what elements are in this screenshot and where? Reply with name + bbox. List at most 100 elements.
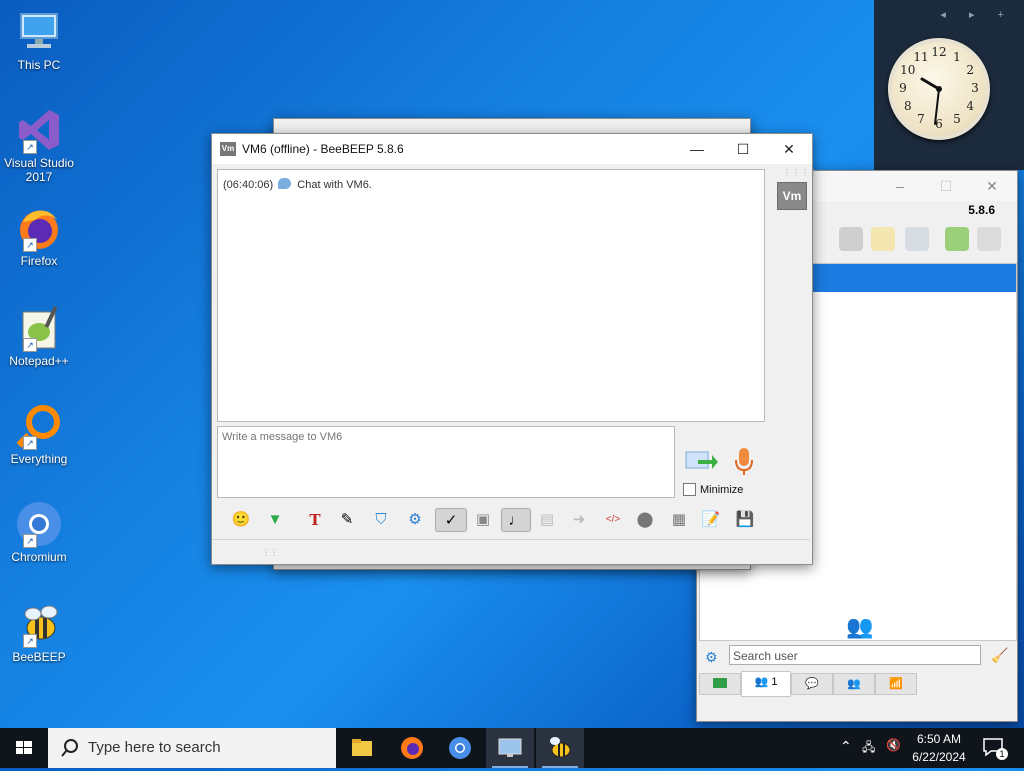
desktop-icon-firefox[interactable]: ↗ Firefox: [4, 204, 74, 268]
close-button[interactable]: ✕: [766, 134, 812, 164]
desktop-icon-label: Notepad++: [9, 354, 69, 368]
tab-groups[interactable]: 💬: [791, 673, 833, 695]
clock-numeral: 9: [899, 81, 907, 95]
download-icon[interactable]: [945, 227, 969, 251]
save-document-icon[interactable]: ▤: [535, 508, 559, 532]
status-grip[interactable]: ⋮⋮: [262, 548, 278, 557]
taskbar-firefox[interactable]: [388, 728, 436, 768]
taskbar: Type here to search ⌃ 🖧 🔇 6:50 AM 6/22/2…: [0, 728, 1024, 768]
edit-icon[interactable]: [871, 227, 895, 251]
tab-members[interactable]: 👥: [833, 673, 875, 695]
users-count: 1: [771, 676, 778, 688]
desktop-icon-this-pc[interactable]: This PC: [4, 8, 74, 72]
microphone-icon[interactable]: [732, 446, 756, 478]
sound-icon[interactable]: ♩: [501, 508, 531, 532]
chat-window[interactable]: Vm VM6 (offline) - BeeBEEP 5.8.6 — ☐ ✕ (…: [211, 133, 818, 565]
desktop-icon-label: Firefox: [20, 254, 58, 268]
screenshot-icon[interactable]: ▦: [667, 508, 691, 532]
clock-time[interactable]: 6:50 AM: [908, 731, 970, 747]
shortcut-arrow-icon: ↗: [23, 140, 37, 154]
clock-date[interactable]: 6/22/2024: [906, 749, 972, 765]
tools-icon[interactable]: [905, 227, 929, 251]
filter-icon[interactable]: ⛉: [369, 508, 393, 532]
roster-maximize-button[interactable]: ☐: [923, 171, 969, 201]
windows-logo-icon: [16, 741, 32, 754]
desktop-icon-notepadpp[interactable]: ↗ Notepad++: [4, 304, 74, 368]
shortcut-arrow-icon: ↗: [23, 238, 37, 252]
message-icon[interactable]: [839, 227, 863, 251]
panel-grip[interactable]: ⋮⋮⋮⋮: [783, 168, 819, 177]
taskbar-chromium[interactable]: [436, 728, 484, 768]
shares-tab-icon: 📶: [889, 678, 903, 690]
spell-check-icon[interactable]: ✓: [435, 508, 467, 532]
clear-search-icon[interactable]: 🧹: [991, 647, 1008, 664]
taskbar-file-explorer[interactable]: [338, 728, 386, 768]
search-user-input[interactable]: Search user: [729, 645, 981, 665]
emoticon-icon[interactable]: 🙂: [229, 508, 253, 532]
clock-numeral: 2: [966, 63, 974, 77]
desktop-icon-label: This PC: [17, 58, 61, 72]
bee-icon: ↗: [15, 600, 63, 648]
gadget-nav-controls[interactable]: ◂ ▸ +: [940, 8, 1014, 21]
roster-minimize-button[interactable]: –: [877, 171, 923, 201]
settings-icon[interactable]: ⚙: [403, 508, 427, 532]
send-message-icon[interactable]: [684, 446, 718, 476]
clock-numeral: 6: [935, 117, 943, 131]
start-button[interactable]: [0, 728, 48, 768]
volume-muted-icon[interactable]: 🔇: [886, 738, 901, 752]
desktop-icon-visual-studio[interactable]: ↗ Visual Studio 2017: [4, 106, 74, 184]
message-time: (06:40:06): [223, 179, 274, 191]
save-icon[interactable]: 💾: [733, 508, 757, 532]
compact-view-icon[interactable]: ▣: [471, 508, 495, 532]
this-pc-icon: [15, 8, 63, 56]
font-color-icon[interactable]: ✎: [335, 508, 359, 532]
groups-tab-icon: 💬: [805, 678, 819, 690]
clock-numeral: 8: [903, 99, 912, 113]
desktop-icon-everything[interactable]: ↗ Everything: [4, 402, 74, 466]
users-tab-icon: 👥: [754, 676, 769, 688]
record-icon[interactable]: ⬤: [633, 508, 657, 532]
desktop-icon-label: Everything: [10, 452, 68, 466]
chat-tab-icon: [713, 678, 727, 688]
tab-chats[interactable]: [699, 673, 741, 695]
beebeep-app-icon: Vm: [220, 142, 236, 156]
trash-icon[interactable]: [977, 227, 1001, 251]
notes-icon[interactable]: 📝: [699, 508, 723, 532]
message-input[interactable]: [217, 426, 675, 498]
monitor-icon: [498, 738, 522, 757]
chat-toolbar: 🙂 ▼ T ✎ ⛉ ⚙ ✓ ▣ ♩ ▤ ➜ </> ⬤ ▦ 📝 💾: [217, 506, 802, 536]
version-label: 5.8.6: [968, 203, 995, 217]
settings-gear-icon[interactable]: ⚙: [705, 649, 718, 666]
chat-titlebar[interactable]: Vm VM6 (offline) - BeeBEEP 5.8.6 — ☐ ✕: [212, 134, 812, 164]
minimize-checkbox[interactable]: [683, 483, 696, 496]
chat-message: (06:40:06) Chat with VM6.: [223, 178, 372, 191]
tab-users[interactable]: 👥 1: [741, 671, 791, 697]
collapse-icon[interactable]: ▼: [263, 508, 287, 532]
clock-numeral: 7: [917, 112, 925, 127]
roster-close-button[interactable]: ✕: [969, 171, 1015, 201]
tray-chevron-up-icon[interactable]: ⌃: [840, 738, 852, 755]
desktop-icon-label: Chromium: [11, 550, 67, 564]
clock-numeral: 11: [913, 49, 929, 64]
desktop-icon-chromium[interactable]: ↗ Chromium: [4, 500, 74, 564]
taskbar-beebeep[interactable]: [536, 728, 584, 768]
clock-numeral: 12: [931, 45, 947, 59]
chat-history[interactable]: (06:40:06) Chat with VM6.: [217, 169, 765, 422]
desktop-icon-beebeep[interactable]: ↗ BeeBEEP: [4, 600, 74, 664]
clock-numeral: 4: [966, 99, 974, 113]
desktop-icon-label: Visual Studio 2017: [4, 156, 74, 184]
clock-gadget[interactable]: 12 1 2 3 4 5 6 7 8 9 10 11: [888, 38, 990, 140]
font-icon[interactable]: T: [303, 508, 327, 532]
notepadpp-icon: ↗: [15, 304, 63, 352]
bee-icon: [550, 737, 571, 758]
everything-search-icon: ↗: [15, 402, 63, 450]
minimize-button[interactable]: —: [674, 134, 720, 164]
taskbar-remote-desktop[interactable]: [486, 728, 534, 768]
maximize-button[interactable]: ☐: [720, 134, 766, 164]
network-icon[interactable]: 🖧: [862, 738, 875, 759]
html-code-icon[interactable]: </>: [601, 508, 625, 532]
taskbar-search-box[interactable]: Type here to search: [48, 728, 336, 768]
chat-bubble-icon: [278, 178, 292, 189]
forward-icon[interactable]: ➜: [567, 508, 591, 532]
tab-shares[interactable]: 📶: [875, 673, 917, 695]
